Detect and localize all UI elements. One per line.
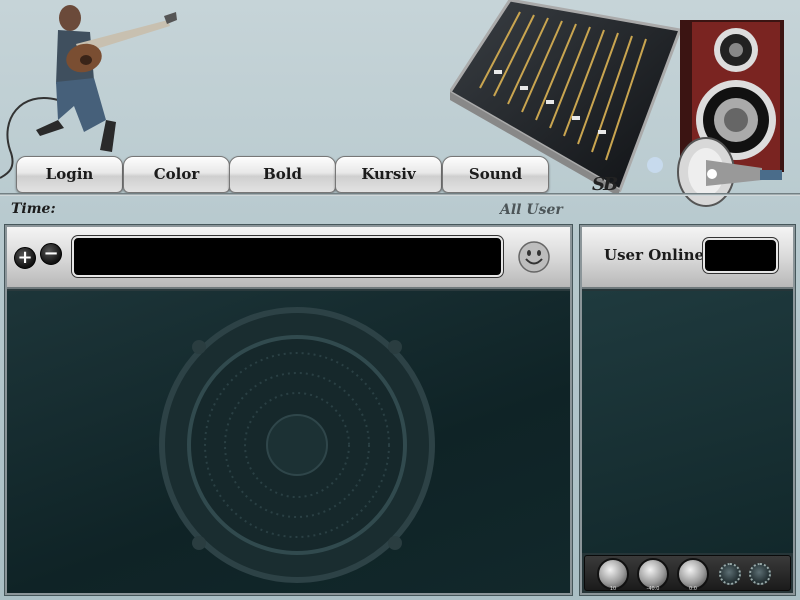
plus-icon[interactable]: + (14, 247, 36, 269)
user-panel-header: User Online (582, 227, 793, 289)
small-knob-2[interactable] (749, 563, 771, 585)
knob-label: -40.0 (646, 586, 660, 592)
chat-messages-area[interactable] (7, 291, 570, 593)
knob-strip: 10 -40.0 0.0 (584, 555, 791, 592)
user-list[interactable] (582, 291, 793, 553)
kursiv-button[interactable]: Kursiv (335, 156, 442, 193)
knob-label: 10 (609, 586, 617, 592)
knob-label: 0.0 (689, 586, 697, 592)
minus-icon[interactable]: − (40, 243, 62, 265)
smiley-icon[interactable] (518, 241, 550, 273)
sound-button[interactable]: Sound (442, 156, 549, 193)
login-button[interactable]: Login (16, 156, 123, 193)
user-count-display (703, 238, 778, 273)
bold-button[interactable]: Bold (229, 156, 336, 193)
header-divider (0, 193, 800, 196)
color-button[interactable]: Color (123, 156, 230, 193)
user-online-label: User Online (604, 246, 705, 264)
speaker-watermark-graphic (159, 307, 435, 583)
user-panel: User Online 10 -40.0 0.0 (580, 225, 795, 595)
megaphone-icon (677, 137, 782, 207)
message-input[interactable] (72, 236, 503, 277)
chat-toolbar: + − (7, 227, 570, 289)
all-user-label: All User (500, 202, 563, 218)
chat-panel: + − (5, 225, 572, 595)
guitarist-image (36, 5, 177, 152)
time-label: Time: (11, 201, 56, 217)
small-knob-1[interactable] (719, 563, 741, 585)
